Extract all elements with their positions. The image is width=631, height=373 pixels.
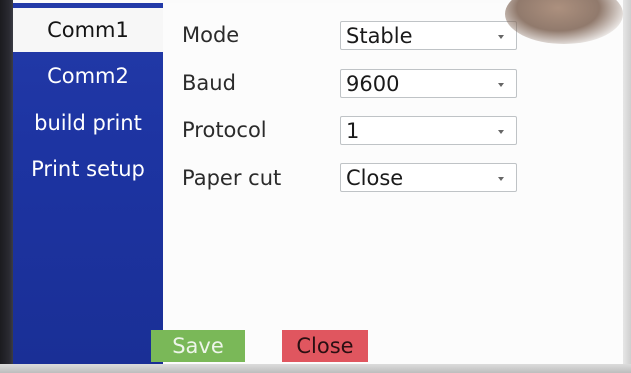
settings-panel: Mode Stable Baud 9600 Protocol 1 Paper c…: [163, 3, 623, 364]
baud-select[interactable]: 9600: [340, 69, 517, 98]
device-screen: Comm1 Comm2 build print Print setup Mode…: [0, 0, 631, 373]
paper-cut-label: Paper cut: [182, 166, 282, 190]
protocol-label: Protocol: [182, 118, 267, 142]
protocol-value: 1: [346, 119, 360, 143]
chevron-down-icon: [498, 130, 504, 134]
sidebar-item-print-setup[interactable]: Print setup: [13, 147, 163, 191]
chevron-down-icon: [498, 83, 504, 87]
sidebar-item-build-print[interactable]: build print: [13, 101, 163, 145]
mode-value: Stable: [346, 24, 413, 48]
paper-cut-select[interactable]: Close: [340, 163, 517, 192]
sidebar-item-comm2[interactable]: Comm2: [13, 54, 163, 98]
save-button[interactable]: Save: [151, 330, 245, 362]
sidebar-item-comm1[interactable]: Comm1: [13, 8, 163, 52]
mode-label: Mode: [182, 23, 240, 47]
close-button[interactable]: Close: [282, 330, 368, 362]
device-bezel-bottom: [0, 364, 631, 373]
sidebar: Comm1 Comm2 build print Print setup: [13, 3, 163, 364]
mode-select[interactable]: Stable: [340, 21, 517, 50]
chevron-down-icon: [498, 35, 504, 39]
device-bezel: [0, 0, 13, 373]
device-bezel-right: [623, 0, 631, 373]
chevron-down-icon: [498, 177, 504, 181]
protocol-select[interactable]: 1: [340, 116, 517, 145]
baud-label: Baud: [182, 71, 236, 95]
paper-cut-value: Close: [346, 166, 404, 190]
baud-value: 9600: [346, 72, 400, 96]
